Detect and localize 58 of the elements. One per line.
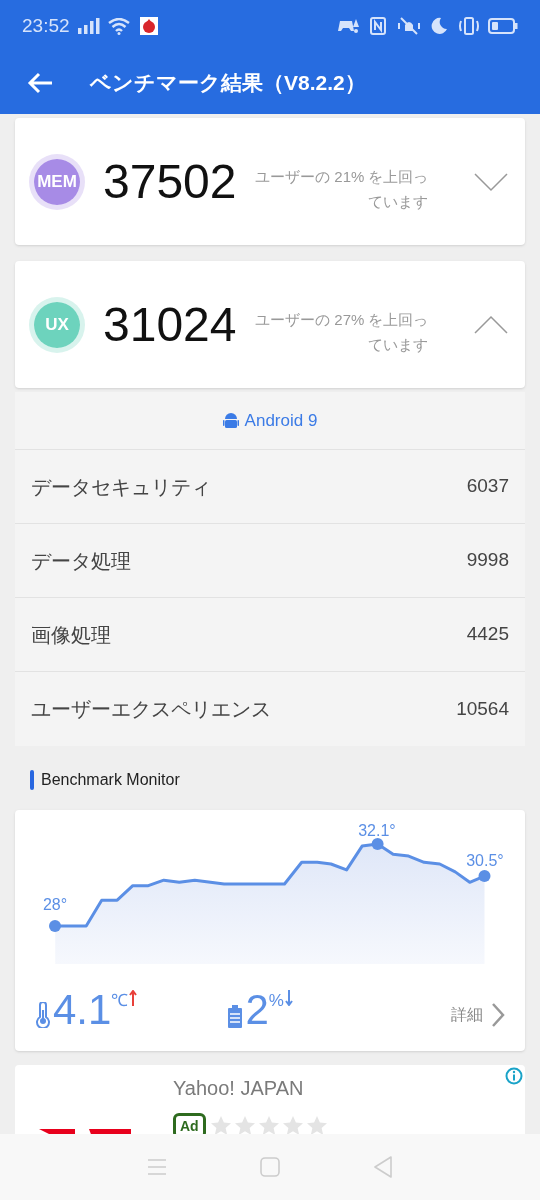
game-mode-icon [338,17,360,35]
signal-icon [77,18,100,34]
platform-label: Android 9 [244,409,318,432]
app-notification-icon [139,17,158,35]
battery-icon [488,18,518,34]
category-badge: UX [29,296,85,353]
score: 31024 [103,296,237,353]
star-icon [233,1115,256,1137]
vibrate-mute-icon [398,17,420,35]
star-icon [305,1115,328,1137]
battery-drop: 2 [245,988,269,1032]
test-name: データ処理 [31,548,131,574]
test-name: 画像処理 [31,622,111,648]
nfc-icon [370,17,386,35]
wifi-icon [107,17,130,35]
details-link[interactable]: 詳細 [451,1002,505,1028]
ad-title: Yahoo! JAPAN [173,1076,305,1101]
data-point [478,870,491,882]
point-label: 28° [42,896,68,913]
back-icon[interactable] [373,1156,394,1178]
point-label: 32.1° [358,822,396,839]
thermometer-icon [35,1002,51,1028]
point-label: 30.5° [466,852,504,869]
test-score: 9998 [466,548,509,573]
test-score: 6037 [466,474,509,499]
battery-unit: % [268,990,284,1010]
moon-icon [430,17,448,35]
status-time: 23:52 [22,13,70,38]
section-title: Benchmark Monitor [41,770,180,790]
chevron-down-icon[interactable] [473,171,509,192]
android-icon [222,411,239,430]
battery-icon [227,1005,244,1029]
vibrate-icon [458,17,480,35]
comparison-text: ユーザーの 27% を上回っています [254,309,429,355]
up-arrow-icon [129,990,138,1006]
temperature-rise: 4.1 [53,988,112,1032]
home-icon[interactable] [260,1157,280,1177]
score: 37502 [103,153,237,210]
test-score: 10564 [456,696,509,721]
test-name: ユーザーエクスペリエンス [31,697,271,722]
score-card[interactable]: UX 31024 ユーザーの 27% を上回っています [15,261,525,388]
test-name: データセキュリティ [31,474,211,500]
back-arrow-icon [27,72,53,94]
chevron-right-icon [491,1002,505,1028]
category-badge: MEM [29,153,85,210]
data-point [49,920,61,932]
star-icon [209,1115,232,1137]
star-icon [281,1115,304,1137]
info-icon [505,1067,523,1085]
star-icon [257,1115,280,1137]
temperature-unit: ℃ [111,990,129,1012]
test-score: 4425 [466,622,509,647]
data-point [371,838,384,850]
chevron-up-icon[interactable] [473,314,509,335]
score-card[interactable]: MEM 37502 ユーザーの 21% を上回っています [15,118,525,245]
comparison-text: ユーザーの 21% を上回っています [254,166,429,212]
down-arrow-icon [284,990,293,1006]
screen-title: ベンチマーク結果（V8.2.2） [90,70,366,97]
